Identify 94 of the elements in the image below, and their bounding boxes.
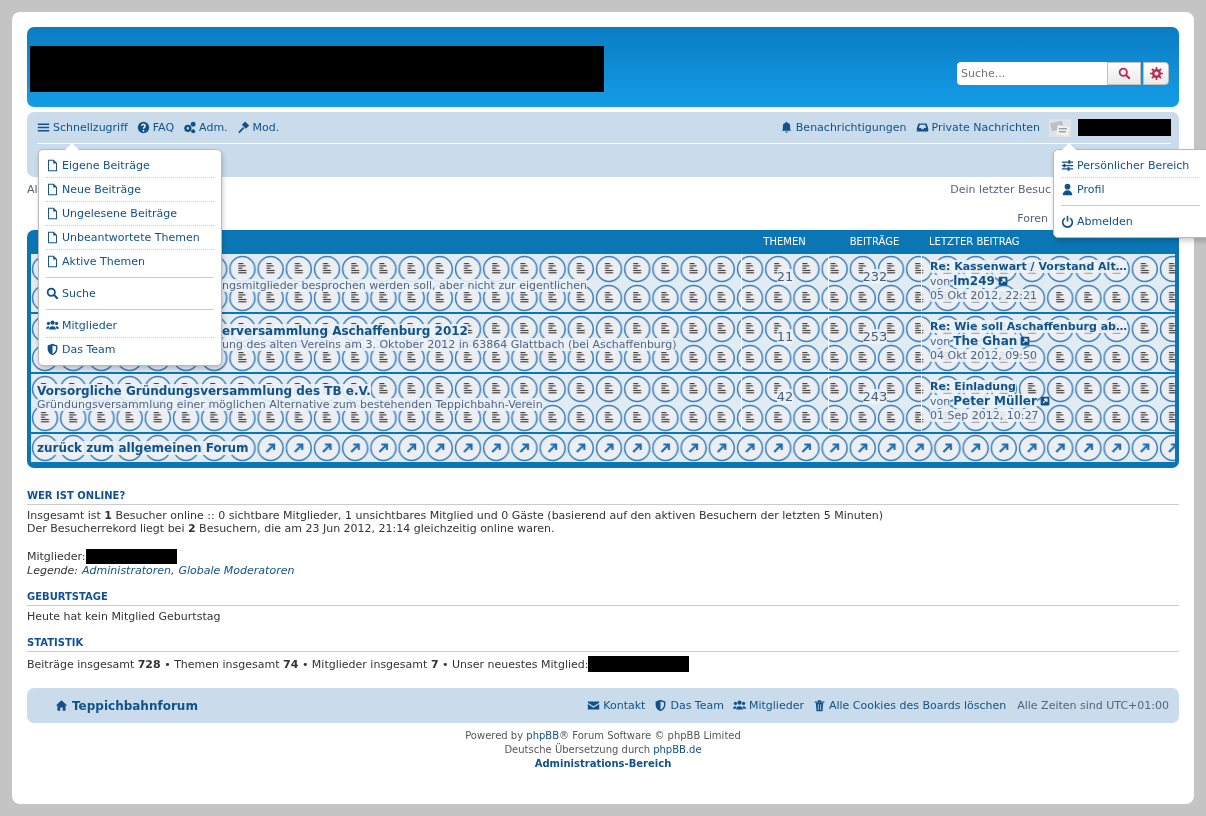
section-heading: WER IST ONLINE? xyxy=(27,490,1179,505)
inbox-icon xyxy=(915,121,929,134)
home-link[interactable]: Teppichbahnforum xyxy=(55,698,198,713)
users-icon xyxy=(46,319,59,332)
author-link[interactable]: lm249 xyxy=(953,274,995,288)
online-text: Insgesamt ist 1 Besucher online :: 0 sichtbare Mitglieder, 1 unsichtbares Mitglied und 0 Gäste (basierend auf den aktiven Besuchern der letzten 5 Minuten) xyxy=(27,509,885,522)
nav-link[interactable]: FAQ xyxy=(136,121,175,134)
trash-icon xyxy=(812,699,826,712)
forum-title[interactable]: Vorsorgliche Gründungsversammlung des TB e.V. xyxy=(37,384,371,398)
document-icon xyxy=(46,231,59,244)
author-link[interactable]: Peter Müller xyxy=(953,394,1037,408)
translation-text: Deutsche Übersetzung durch phpBB.de xyxy=(504,743,702,757)
shield-icon xyxy=(46,343,59,356)
search-button[interactable] xyxy=(1107,62,1141,85)
menu-item[interactable]: Persönlicher Bereich xyxy=(1061,154,1200,178)
forum-description: ung des alten Vereins am 3. Oktober 2012 in 63864 Glattbach (bei Aschaffenburg) xyxy=(222,338,677,351)
section-heading: GEBURTSTAGE xyxy=(27,591,1179,606)
info-text: Al xyxy=(27,182,38,196)
statistics-text: Beiträge insgesamt 728 • Themen insgesamt 74 • Mitglieder insgesamt 7 • Unser neuestes Mitglied: xyxy=(27,657,589,671)
online-text: Der Besucherrekord liegt bei 2 Besuchern, die am 23 Jun 2012, 21:14 gleichzeitig online waren. xyxy=(27,522,556,535)
footer-link[interactable]: Kontakt xyxy=(587,699,646,712)
menu-item[interactable]: Abmelden xyxy=(1061,210,1200,233)
last-visit-text: Dein letzter Besuc xyxy=(950,182,1051,196)
post-count: 232 xyxy=(862,269,888,284)
phpbb-de-link[interactable]: phpBB.de xyxy=(653,744,702,755)
forums-link[interactable]: Foren xyxy=(1017,212,1048,225)
envelope-icon xyxy=(587,699,601,712)
forum-title[interactable]: erversammlung Aschaffenburg 2012 xyxy=(222,324,468,338)
post-date: 04 Okt 2012, 09:50 xyxy=(930,349,1038,362)
author-link[interactable]: The Ghan xyxy=(953,334,1018,348)
footer-link[interactable]: Das Team xyxy=(654,699,724,712)
search-icon xyxy=(46,287,59,300)
menu-item[interactable]: Das Team xyxy=(46,338,214,361)
search-icon xyxy=(1117,67,1131,80)
document-icon xyxy=(46,207,59,220)
forum-row[interactable]: zurück zum allgemeinen Forum xyxy=(31,434,1175,462)
help-icon xyxy=(136,121,150,134)
last-post-link[interactable]: Re: Kassenwart / Vorstand Alt… xyxy=(930,260,1127,273)
footer-link[interactable]: Mitglieder xyxy=(732,699,804,712)
column-header: BEITRÄGE xyxy=(848,235,901,247)
external-link-icon[interactable] xyxy=(997,276,1008,286)
nav-link[interactable]: Benachrichtigungen xyxy=(779,121,907,134)
section-heading: STATISTIK xyxy=(27,637,1179,652)
gears-icon xyxy=(183,121,197,134)
admin-link[interactable]: Administrations-Bereich xyxy=(534,757,672,771)
gavel-icon xyxy=(236,121,250,134)
group-link[interactable]: Globale Moderatoren xyxy=(178,564,295,577)
power-icon xyxy=(1061,215,1074,228)
user-icon xyxy=(1061,183,1074,196)
document-icon xyxy=(46,255,59,268)
search-field[interactable]: Suche... xyxy=(957,62,1107,85)
home-icon xyxy=(55,699,68,712)
external-link-icon[interactable] xyxy=(1039,396,1050,406)
legend-label: Legende: xyxy=(27,564,79,577)
post-date: 05 Okt 2012, 22:21 xyxy=(930,289,1038,302)
sliders-icon xyxy=(1061,159,1074,172)
nav-link[interactable]: Adm. xyxy=(183,121,228,134)
menu-item[interactable]: Suche xyxy=(46,282,214,305)
document-icon xyxy=(46,159,59,172)
birthday-text: Heute hat kein Mitglied Geburtstag xyxy=(27,610,222,623)
post-date: 01 Sep 2012, 10:27 xyxy=(930,409,1039,422)
forum-description: ngsmitglieder besprochen werden soll, aber nicht zur eigentlichen xyxy=(222,279,587,292)
forum-description: Gründungsversammlung einer möglichen Alternative zum bestehenden Teppichbahn-Verein xyxy=(37,398,543,411)
shield-icon xyxy=(654,699,668,712)
gear-icon xyxy=(1149,67,1163,80)
post-count: 253 xyxy=(862,329,888,344)
bell-icon xyxy=(779,121,793,134)
phpbb-link[interactable]: phpBB xyxy=(526,730,560,741)
menu-icon xyxy=(37,121,50,134)
menu-item[interactable]: Unbeantwortete Themen xyxy=(46,226,214,250)
members-label: Mitglieder: xyxy=(27,550,86,563)
nav-link[interactable]: Private Nachrichten xyxy=(915,121,1040,134)
timezone-text: Alle Zeiten sind UTC+01:00 xyxy=(1017,699,1169,712)
menu-item[interactable]: Ungelesene Beiträge xyxy=(46,202,214,226)
column-header: THEMEN xyxy=(762,235,807,247)
last-post-link[interactable]: Re: Einladung xyxy=(930,380,1016,393)
last-post-link[interactable]: Re: Wie soll Aschaffenburg ab… xyxy=(930,320,1127,333)
footer-link[interactable]: Alle Cookies des Boards löschen xyxy=(812,699,1007,712)
group-link[interactable]: Administratoren, xyxy=(82,564,175,577)
menu-item[interactable]: Eigene Beiträge xyxy=(46,154,214,178)
settings-button[interactable] xyxy=(1143,62,1169,85)
column-header: LETZTER BEITRAG xyxy=(928,235,1021,247)
document-icon xyxy=(46,183,59,196)
forum-title[interactable]: zurück zum allgemeinen Forum xyxy=(37,441,249,455)
external-link-icon[interactable] xyxy=(1020,336,1031,346)
users-icon xyxy=(732,699,746,712)
nav-link[interactable]: Mod. xyxy=(236,121,280,134)
menu-item[interactable]: Neue Beiträge xyxy=(46,178,214,202)
menu-item[interactable]: Mitglieder xyxy=(46,314,214,338)
forum-row[interactable]: Vorsorgliche Gründungsversammlung des TB e.V. Gründungsversammlung einer möglichen Alternative zum bestehenden Teppichbahn-Verein 42 243 Re: Einladung von Peter Müller 01 Sep 2012, 10:27 xyxy=(31,374,1175,432)
post-count: 243 xyxy=(862,389,888,404)
copyright-text: Powered by phpBB® Forum Software © phpBB Limited xyxy=(465,729,741,743)
nav-link[interactable]: Schnellzugriff xyxy=(37,121,128,134)
menu-item[interactable]: Profil xyxy=(1061,178,1200,201)
